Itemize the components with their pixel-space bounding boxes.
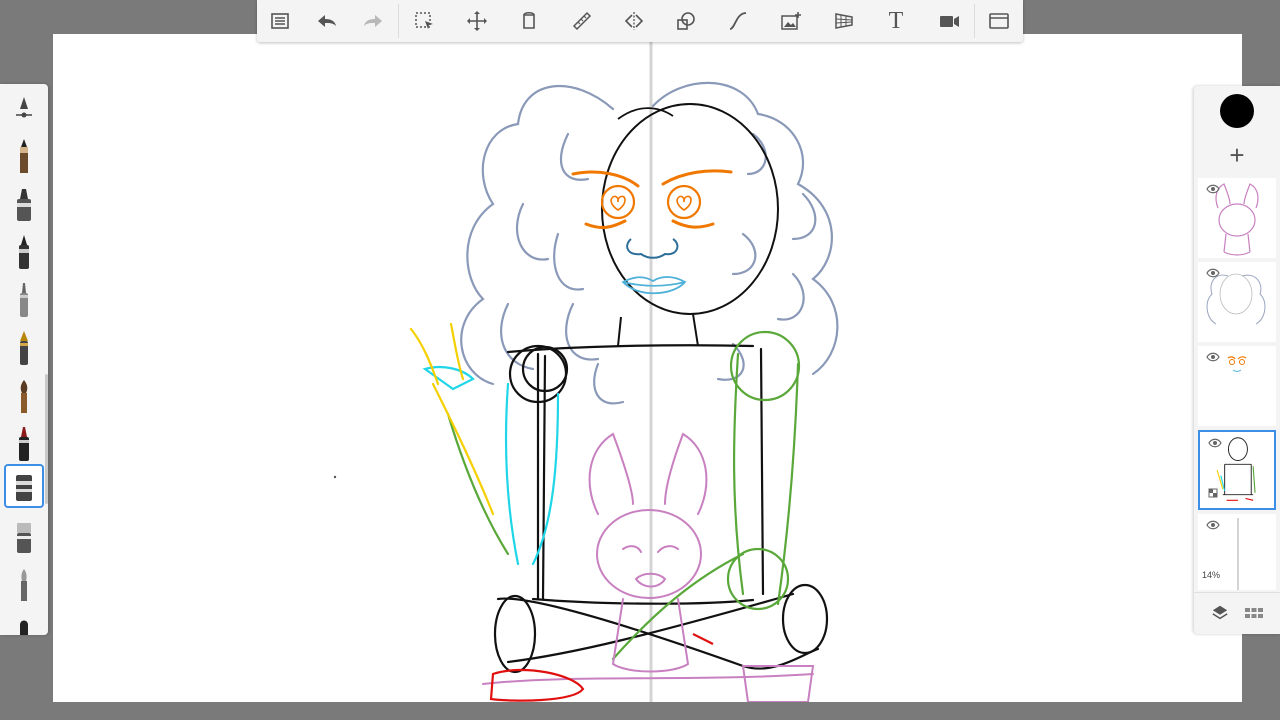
- color-puck[interactable]: [1220, 94, 1254, 128]
- toolbar-separator: [974, 4, 975, 38]
- layer-opacity: 14%: [1202, 570, 1221, 580]
- toolbar-separator: [398, 4, 399, 38]
- menu-list-icon[interactable]: [265, 6, 295, 36]
- layers-icon[interactable]: [1208, 601, 1232, 625]
- fountain-pen-icon[interactable]: [4, 326, 44, 370]
- ink-pen-icon[interactable]: [4, 230, 44, 274]
- text-tool-glyph: T: [888, 7, 904, 34]
- brush-size-slider-icon[interactable]: [4, 86, 44, 130]
- sketch-artwork: [333, 34, 839, 702]
- top-toolbar: T: [257, 0, 1023, 42]
- ruler-icon[interactable]: [567, 6, 597, 36]
- add-image-icon[interactable]: [776, 6, 806, 36]
- eye-icon[interactable]: [1206, 184, 1220, 194]
- record-icon[interactable]: [934, 6, 964, 36]
- fullscreen-icon[interactable]: [984, 6, 1014, 36]
- layer-pet-sketch[interactable]: [1198, 178, 1276, 258]
- airbrush-icon[interactable]: [4, 278, 44, 322]
- felt-tip-icon[interactable]: [4, 422, 44, 466]
- brush-palette: [0, 84, 48, 635]
- add-layer-button[interactable]: +: [1224, 142, 1250, 168]
- fill-icon[interactable]: [514, 6, 544, 36]
- layer-hair-sketch[interactable]: [1198, 262, 1276, 342]
- brush-scrollbar[interactable]: [45, 374, 48, 504]
- layer-face-sketch[interactable]: [1198, 346, 1276, 426]
- undo-icon[interactable]: [312, 6, 342, 36]
- selection-icon[interactable]: [409, 6, 439, 36]
- layer-background[interactable]: 14%: [1198, 514, 1276, 590]
- marker-icon[interactable]: [4, 182, 44, 226]
- eye-icon[interactable]: [1206, 268, 1220, 278]
- shapes-icon[interactable]: [671, 6, 701, 36]
- redo-icon[interactable]: [358, 6, 388, 36]
- grid-icon[interactable]: [1242, 601, 1266, 625]
- pencil-icon[interactable]: [4, 134, 44, 178]
- alpha-lock-icon: [1208, 488, 1218, 498]
- perspective-icon[interactable]: [829, 6, 859, 36]
- pastel-icon[interactable]: [4, 604, 44, 635]
- text-icon[interactable]: T: [881, 6, 911, 36]
- eraser-icon[interactable]: [4, 514, 44, 558]
- add-layer-label: +: [1229, 140, 1245, 170]
- transform-icon[interactable]: [462, 6, 492, 36]
- chisel-marker-icon[interactable]: [4, 464, 44, 508]
- eye-icon[interactable]: [1206, 352, 1220, 362]
- layer-panel-footer: [1194, 592, 1280, 634]
- smudge-tool-icon[interactable]: [4, 562, 44, 606]
- curve-icon[interactable]: [723, 6, 753, 36]
- layer-panel: + 14%: [1194, 86, 1280, 634]
- symmetry-icon[interactable]: [619, 6, 649, 36]
- eye-icon[interactable]: [1208, 438, 1222, 448]
- drawing-canvas[interactable]: [53, 34, 1242, 702]
- paint-brush-icon[interactable]: [4, 374, 44, 418]
- eye-icon[interactable]: [1206, 520, 1220, 530]
- layer-body-sketch[interactable]: [1198, 430, 1276, 510]
